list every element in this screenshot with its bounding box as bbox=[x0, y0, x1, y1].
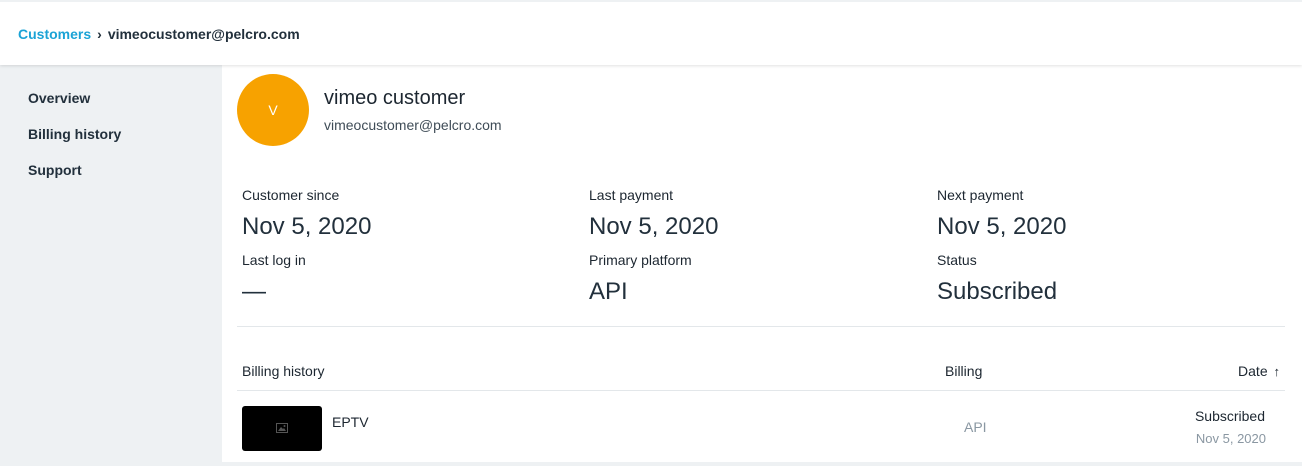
breadcrumb-separator-icon: › bbox=[97, 25, 102, 42]
customer-name: vimeo customer bbox=[324, 87, 466, 109]
stat-label: Last log in bbox=[242, 252, 306, 268]
customer-detail-panel: V vimeo customer vimeocustomer@pelcro.co… bbox=[222, 65, 1302, 462]
customer-email: vimeocustomer@pelcro.com bbox=[324, 117, 502, 133]
avatar: V bbox=[237, 74, 309, 146]
stat-last-payment: Last payment Nov 5, 2020 bbox=[589, 186, 889, 242]
sidebar-item-support[interactable]: Support bbox=[0, 161, 222, 197]
section-divider bbox=[237, 326, 1285, 327]
billing-date: Nov 5, 2020 bbox=[1195, 431, 1266, 446]
product-thumbnail bbox=[242, 406, 322, 451]
sidebar: Overview Billing history Support bbox=[0, 65, 222, 466]
stat-value: Nov 5, 2020 bbox=[589, 213, 719, 240]
stat-primary-platform: Primary platform API bbox=[589, 251, 889, 307]
stat-value: API bbox=[589, 278, 628, 305]
subscription-status: Subscribed bbox=[1194, 408, 1265, 424]
date-column-label: Date bbox=[1238, 363, 1268, 379]
stat-value: Nov 5, 2020 bbox=[937, 213, 1067, 240]
stat-label: Status bbox=[937, 252, 977, 268]
stat-value: — bbox=[242, 278, 266, 305]
date-column-header[interactable]: Date ↑ bbox=[1238, 363, 1280, 379]
image-placeholder-icon bbox=[276, 420, 288, 438]
billing-platform: API bbox=[964, 419, 987, 435]
stat-status: Status Subscribed bbox=[937, 251, 1237, 307]
stat-value: Nov 5, 2020 bbox=[242, 213, 372, 240]
product-name: EPTV bbox=[332, 414, 369, 430]
breadcrumb-customers-link[interactable]: Customers bbox=[18, 26, 91, 42]
stat-next-payment: Next payment Nov 5, 2020 bbox=[937, 186, 1237, 242]
top-bar: Customers › vimeocustomer@pelcro.com bbox=[0, 0, 1302, 65]
arrow-up-icon: ↑ bbox=[1273, 364, 1281, 379]
stat-last-log-in: Last log in — bbox=[242, 251, 542, 307]
stat-label: Customer since bbox=[242, 187, 340, 203]
stat-customer-since: Customer since Nov 5, 2020 bbox=[242, 186, 542, 242]
table-header-divider bbox=[237, 390, 1285, 391]
sidebar-item-billing-history[interactable]: Billing history bbox=[0, 125, 222, 161]
sidebar-item-overview[interactable]: Overview bbox=[0, 89, 222, 125]
stat-label: Last payment bbox=[589, 187, 674, 203]
billing-history-header: Billing history bbox=[242, 363, 325, 379]
billing-column-header: Billing bbox=[945, 363, 983, 379]
stat-label: Next payment bbox=[937, 187, 1024, 203]
breadcrumb-current: vimeocustomer@pelcro.com bbox=[107, 25, 300, 42]
stat-label: Primary platform bbox=[589, 252, 692, 268]
stat-value: Subscribed bbox=[937, 278, 1058, 305]
